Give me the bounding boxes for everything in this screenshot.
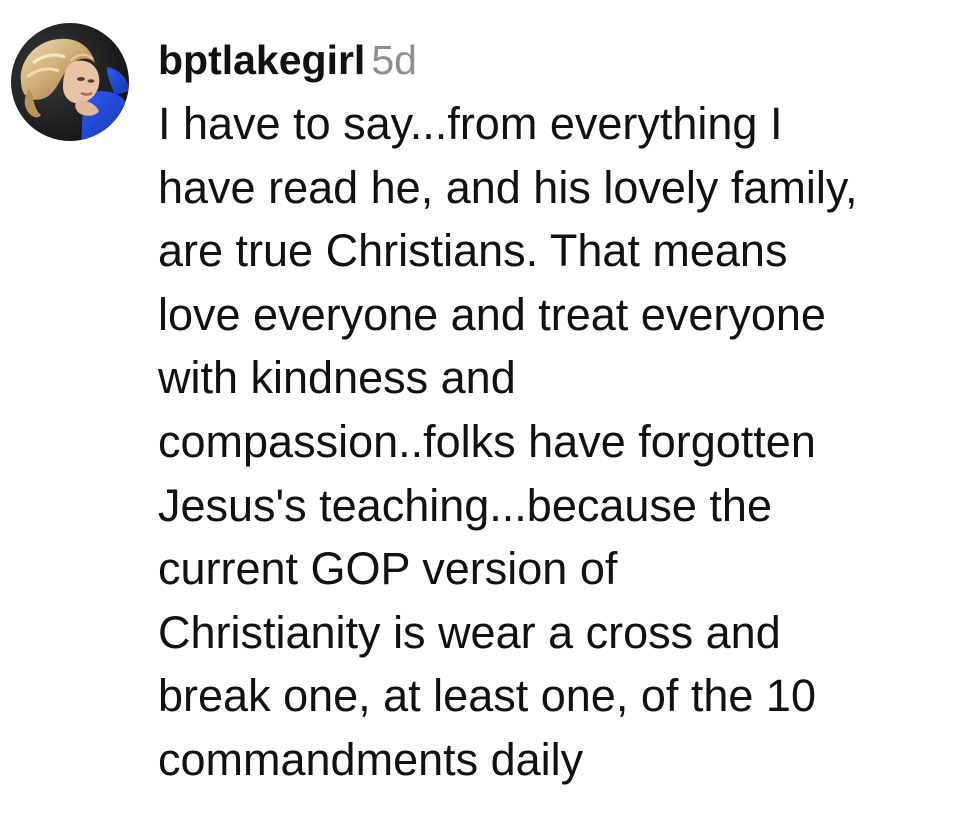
avatar[interactable]: [11, 23, 129, 141]
comment-text-line: I have to say...from everything I: [158, 98, 783, 149]
comment-text-line: compassion..folks have forgotten: [158, 415, 816, 467]
user-avatar-icon: [11, 23, 129, 141]
comment-timestamp[interactable]: 5d: [371, 37, 417, 83]
username-link[interactable]: bptlakegirl: [158, 37, 365, 83]
comment-text-line: commandments daily: [158, 733, 584, 785]
comment-text-line: break one, at least one, of the 10: [158, 670, 816, 722]
comment-text: I have to say...from everything I have r…: [158, 92, 973, 792]
comment-text-line: current GOP version of: [158, 543, 618, 595]
comment-text-line: have read he, and his lovely family,: [158, 161, 858, 213]
comment-text-line: are true Christians. That means: [158, 225, 788, 277]
comment-text-line: love everyone and treat everyone: [158, 288, 826, 340]
comment-text-line: Jesus's teaching...because the: [158, 479, 772, 531]
comment-text-line: with kindness and: [158, 352, 516, 404]
comment: bptlakegirl 5d I have to say...from every…: [0, 0, 980, 815]
comment-text-line: Christianity is wear a cross and: [158, 606, 781, 658]
comment-header: bptlakegirl 5d: [158, 34, 417, 86]
